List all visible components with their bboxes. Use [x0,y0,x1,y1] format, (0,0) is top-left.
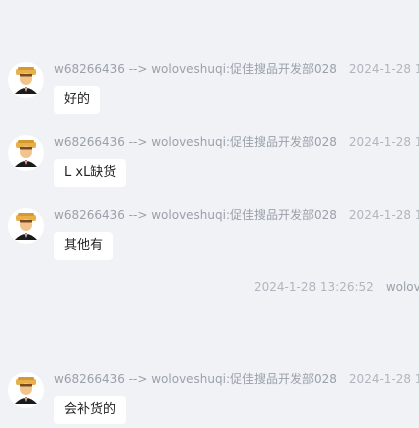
message-meta: w68266436 --> woloveshuqi:促佳搜品开发部028 2024… [54,135,419,149]
message-bubble[interactable]: L xL缺货 [54,159,127,187]
outgoing-message-meta: 2024-1-28 13:26:52 woloveshuqi:促佳搜品开发部028 [254,280,419,294]
chat-history[interactable]: w68266436 --> woloveshuqi:促佳搜品开发部028 2024… [0,0,419,428]
message-bubble[interactable]: 好的 [54,86,101,114]
chat-message: w68266436 --> woloveshuqi:促佳搜品开发部028 2024… [0,372,419,428]
message-time: 2024-1-28 13:26:41 [348,62,419,76]
chat-message: w68266436 --> woloveshuqi:促佳搜品开发部028 2024… [0,208,419,278]
message-time: 2024-1-28 13:26:52 [254,280,374,294]
message-sender: w68266436 --> woloveshuqi:促佳搜品开发部028 [54,372,337,386]
worker-avatar-icon[interactable] [8,372,44,408]
message-time: 2024-1-28 13:26:49 [348,208,419,222]
message-meta: w68266436 --> woloveshuqi:促佳搜品开发部028 2024… [54,208,419,222]
worker-avatar-icon[interactable] [8,135,44,171]
message-sender: w68266436 --> woloveshuqi:促佳搜品开发部028 [54,135,337,149]
message-time: 2024-1-28 13:27:02 [348,372,419,386]
message-sender: woloveshuqi:促佳搜品开发部028 [385,280,419,294]
message-bubble[interactable]: 会补货的 [54,396,127,424]
message-meta: w68266436 --> woloveshuqi:促佳搜品开发部028 2024… [54,372,419,386]
message-sender: w68266436 --> woloveshuqi:促佳搜品开发部028 [54,208,337,222]
message-sender: w68266436 --> woloveshuqi:促佳搜品开发部028 [54,62,337,76]
worker-avatar-icon[interactable] [8,208,44,244]
message-time: 2024-1-28 13:26:45 [348,135,419,149]
chat-message: w68266436 --> woloveshuqi:促佳搜品开发部028 2024… [0,62,419,132]
message-meta: w68266436 --> woloveshuqi:促佳搜品开发部028 2024… [54,62,419,76]
worker-avatar-icon[interactable] [8,62,44,98]
chat-message: w68266436 --> woloveshuqi:促佳搜品开发部028 2024… [0,135,419,205]
message-bubble[interactable]: 其他有 [54,232,114,260]
